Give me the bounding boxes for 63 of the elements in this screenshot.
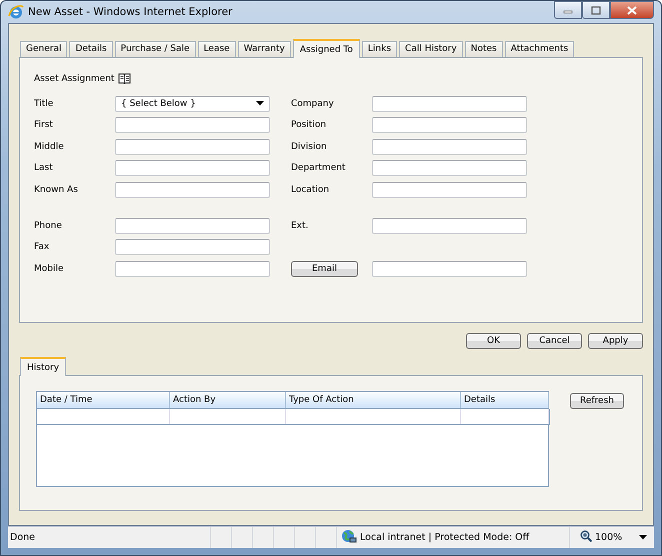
input-field[interactable] [372, 182, 527, 198]
tab[interactable]: Call History [399, 40, 463, 57]
book-icon [118, 73, 132, 84]
field-label: Fax [34, 242, 50, 252]
input-field[interactable] [115, 160, 270, 176]
field-label: Ext. [291, 220, 310, 231]
column-header[interactable]: Action By [170, 392, 286, 408]
column-header[interactable]: Type Of Action [286, 392, 461, 408]
input-field[interactable] [115, 239, 270, 256]
field-label: First [34, 120, 54, 130]
zoom-icon[interactable] [580, 530, 592, 545]
window-title: New Asset - Windows Internet Explorer [28, 6, 234, 18]
dialog-button[interactable]: OK [466, 332, 521, 349]
tab[interactable]: Details [69, 40, 113, 57]
zone-text: Local intranet | Protected Mode: Off [360, 532, 530, 543]
tab[interactable]: Attachments [504, 40, 574, 57]
field-label: Title [34, 98, 54, 109]
dialog-button[interactable]: Apply [588, 332, 643, 349]
close-button[interactable] [610, 1, 654, 19]
maximize-icon [591, 6, 601, 14]
field-label: Phone [34, 220, 63, 231]
zoom-level[interactable]: 100% [595, 532, 622, 543]
input-field[interactable] [115, 138, 270, 155]
field-label: Company [291, 98, 335, 109]
field-label: Mobile [34, 264, 65, 274]
field-label: Department [291, 163, 346, 174]
input-field[interactable] [372, 218, 527, 234]
input-field[interactable] [372, 160, 527, 176]
field-label: Last [34, 163, 54, 174]
input-field[interactable] [115, 117, 270, 134]
field-label: Known As [34, 184, 79, 195]
field-label: Location [291, 184, 330, 195]
column-header[interactable]: Details [461, 392, 549, 408]
field-label: Position [291, 120, 328, 130]
tab[interactable]: Warranty [238, 40, 291, 57]
browser-icon [8, 4, 24, 20]
tab[interactable]: History [20, 356, 66, 376]
input-field[interactable] [115, 182, 270, 198]
dropdown-arrow-icon [256, 101, 264, 106]
field-label: Division [291, 142, 328, 152]
section-title: Asset Assignment [34, 74, 114, 84]
tab[interactable]: Lease [198, 40, 236, 57]
title-dropdown[interactable]: { Select Below } [115, 96, 270, 112]
input-field[interactable] [115, 218, 270, 234]
maximize-button[interactable] [582, 1, 610, 19]
tab[interactable]: Assigned To [292, 38, 360, 58]
refresh-button[interactable]: Refresh [570, 392, 624, 409]
tab[interactable]: Purchase / Sale [114, 40, 196, 57]
tab[interactable]: General [20, 40, 68, 57]
minimize-button[interactable] [554, 1, 582, 19]
email-button[interactable]: Email [291, 260, 358, 277]
tab[interactable]: Links [362, 40, 398, 57]
column-header[interactable]: Date / Time [37, 392, 170, 408]
tab[interactable]: Notes [464, 40, 503, 57]
close-icon [627, 6, 637, 14]
input-field[interactable] [115, 260, 270, 277]
input-field[interactable] [372, 138, 527, 155]
input-field[interactable] [372, 260, 527, 277]
field-label: Middle [34, 142, 65, 152]
input-field[interactable] [372, 96, 527, 112]
dialog-button[interactable]: Cancel [527, 332, 582, 349]
status-text: Done [8, 527, 211, 548]
input-field[interactable] [372, 117, 527, 134]
